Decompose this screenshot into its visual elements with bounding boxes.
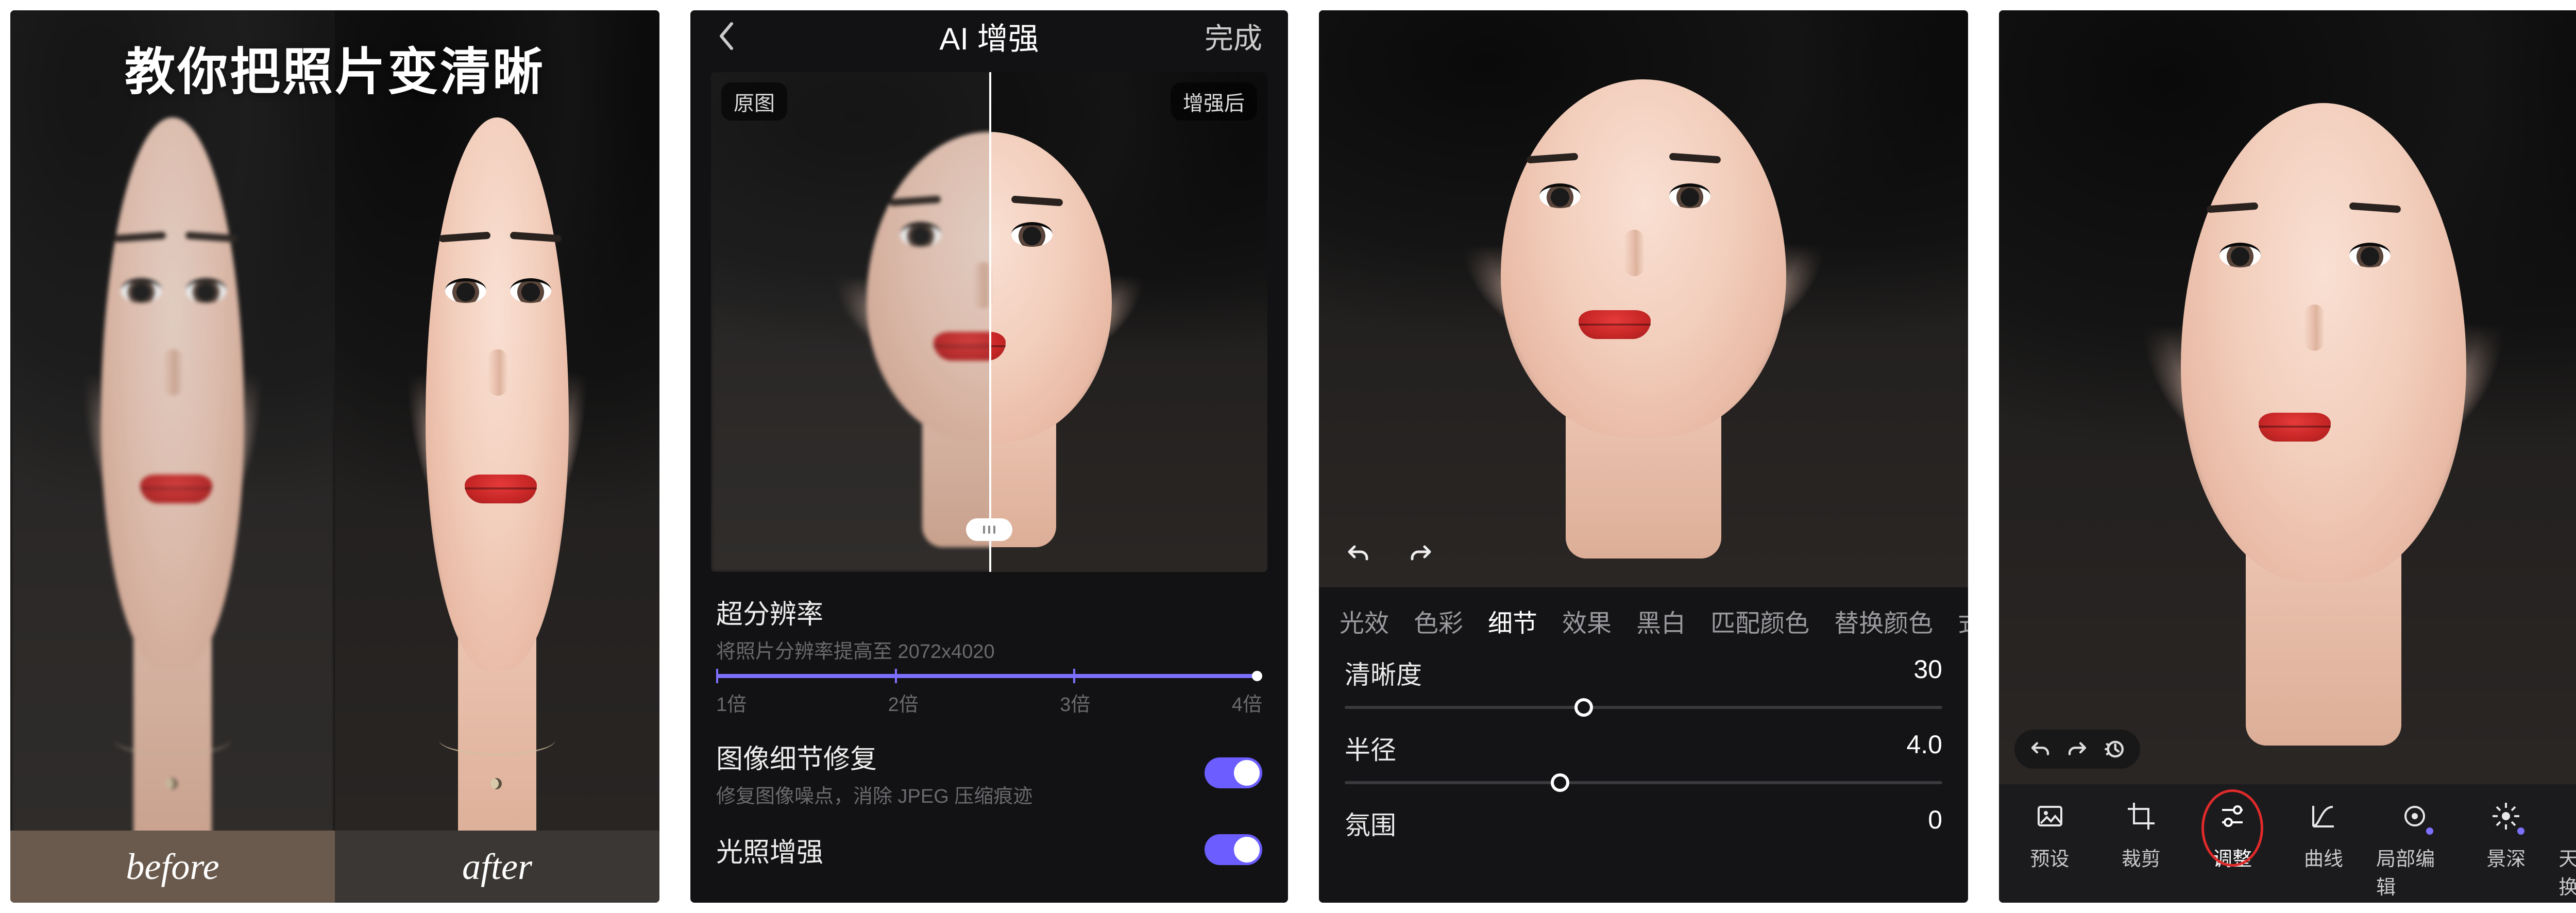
local-edit-icon <box>2395 797 2434 836</box>
light-enhance-toggle[interactable] <box>1205 834 1262 865</box>
compare-viewport[interactable]: 原图 增强后 <box>711 72 1267 572</box>
after-image <box>335 10 659 903</box>
redo-button[interactable] <box>1402 535 1439 572</box>
compare-divider[interactable] <box>989 72 991 572</box>
bottom-toolbar: 预设 裁剪 调整 曲线 局部编辑 <box>1999 784 2576 903</box>
undo-button[interactable] <box>1340 535 1377 572</box>
tab-effect[interactable]: 效果 <box>1562 603 1612 639</box>
tool-label: 景深 <box>2486 843 2526 871</box>
depth-icon <box>2486 797 2526 836</box>
radius-value: 4.0 <box>1906 730 1942 767</box>
after-label: after <box>335 831 659 903</box>
slider-row-ambience: 氛围 0 <box>1345 805 1942 842</box>
undo-button[interactable] <box>2029 738 2052 760</box>
curve-icon <box>2304 797 2343 836</box>
tool-curves[interactable]: 曲线 <box>2285 797 2362 871</box>
compare-enhanced-tag: 增强后 <box>1171 82 1257 121</box>
slider-row-clarity: 清晰度 30 <box>1345 654 1942 691</box>
tab-light[interactable]: 光效 <box>1340 603 1389 639</box>
tab-more[interactable]: 式 <box>1958 603 1968 639</box>
tool-presets[interactable]: 预设 <box>2011 797 2089 871</box>
slider-row-radius: 半径 4.0 <box>1345 730 1942 767</box>
done-button[interactable]: 完成 <box>1205 15 1262 57</box>
crop-icon <box>2122 797 2161 836</box>
before-image <box>10 10 335 903</box>
highlight-ring-icon <box>2201 789 2263 867</box>
before-label: before <box>10 831 335 903</box>
ai-enhance-header: AI 增强 完成 <box>690 10 1288 62</box>
tool-label: 天空替换 <box>2558 843 2576 900</box>
super-resolution-slider[interactable] <box>716 674 1262 678</box>
tool-label: 局部编辑 <box>2376 843 2453 900</box>
radius-slider[interactable] <box>1345 781 1942 784</box>
tool-label: 预设 <box>2030 843 2070 871</box>
tool-local-edit[interactable]: 局部编辑 <box>2376 797 2453 900</box>
radius-label: 半径 <box>1345 730 1396 767</box>
tool-adjust[interactable]: 调整 <box>2194 797 2271 871</box>
clarity-value: 30 <box>1913 654 1942 691</box>
light-enhance-title: 光照增强 <box>716 831 823 869</box>
detail-repair-row: 图像细节修复 修复图像噪点，消除 JPEG 压缩痕迹 <box>716 737 1262 808</box>
compare-original-tag: 原图 <box>721 82 787 121</box>
ambience-label: 氛围 <box>1345 805 1396 842</box>
detail-repair-toggle[interactable] <box>1205 757 1262 788</box>
detail-repair-subtitle: 修复图像噪点，消除 JPEG 压缩痕迹 <box>716 780 1032 808</box>
tab-replace[interactable]: 替换颜色 <box>1834 603 1933 639</box>
clarity-slider[interactable] <box>1345 706 1942 709</box>
panel-before-after: 教你把照片变清晰 before after <box>10 10 659 903</box>
edit-canvas[interactable] <box>1999 10 2576 784</box>
tab-match[interactable]: 匹配颜色 <box>1710 603 1809 639</box>
ambience-value: 0 <box>1928 805 1942 842</box>
tab-detail[interactable]: 细节 <box>1488 603 1537 639</box>
caption-bar: before after <box>10 831 659 903</box>
light-enhance-row: 光照增强 <box>716 829 1262 870</box>
tab-color[interactable]: 色彩 <box>1414 603 1463 639</box>
panel-tool-selection: 预设 裁剪 调整 曲线 局部编辑 <box>1999 10 2576 903</box>
tool-sky-replace[interactable]: 天空替换 <box>2558 797 2576 900</box>
super-resolution-title: 超分辨率 <box>716 593 1262 631</box>
tool-label: 曲线 <box>2304 843 2343 871</box>
detail-repair-title: 图像细节修复 <box>716 737 1032 776</box>
compare-handle[interactable] <box>966 518 1012 541</box>
edit-canvas[interactable] <box>1319 10 1968 587</box>
clarity-label: 清晰度 <box>1345 654 1422 691</box>
history-bar <box>2014 730 2140 769</box>
tool-crop[interactable]: 裁剪 <box>2103 797 2180 871</box>
panel-detail-sliders: 光效 色彩 细节 效果 黑白 匹配颜色 替换颜色 式 清晰度 30 半径 4.0… <box>1319 10 1968 903</box>
tab-bw[interactable]: 黑白 <box>1636 603 1686 639</box>
history-button[interactable] <box>2103 738 2126 760</box>
image-icon <box>2030 797 2070 836</box>
ai-enhance-title: AI 增强 <box>690 14 1288 59</box>
super-resolution-section: 超分辨率 将照片分辨率提高至 2072x4020 1倍 2倍 3倍 4倍 <box>716 593 1262 717</box>
adjust-tabs: 光效 色彩 细节 效果 黑白 匹配颜色 替换颜色 式 <box>1319 587 1968 644</box>
panel-ai-enhance: AI 增强 完成 原图 增强后 超分辨率 将照片分辨率提高至 2072x4020 <box>690 10 1288 903</box>
super-resolution-ticks: 1倍 2倍 3倍 4倍 <box>716 688 1262 717</box>
tutorial-title: 教你把照片变清晰 <box>10 31 659 104</box>
tool-label: 裁剪 <box>2122 843 2161 871</box>
tool-depth[interactable]: 景深 <box>2467 797 2545 871</box>
redo-button[interactable] <box>2066 738 2089 760</box>
super-resolution-subtitle: 将照片分辨率提高至 2072x4020 <box>716 635 1262 664</box>
